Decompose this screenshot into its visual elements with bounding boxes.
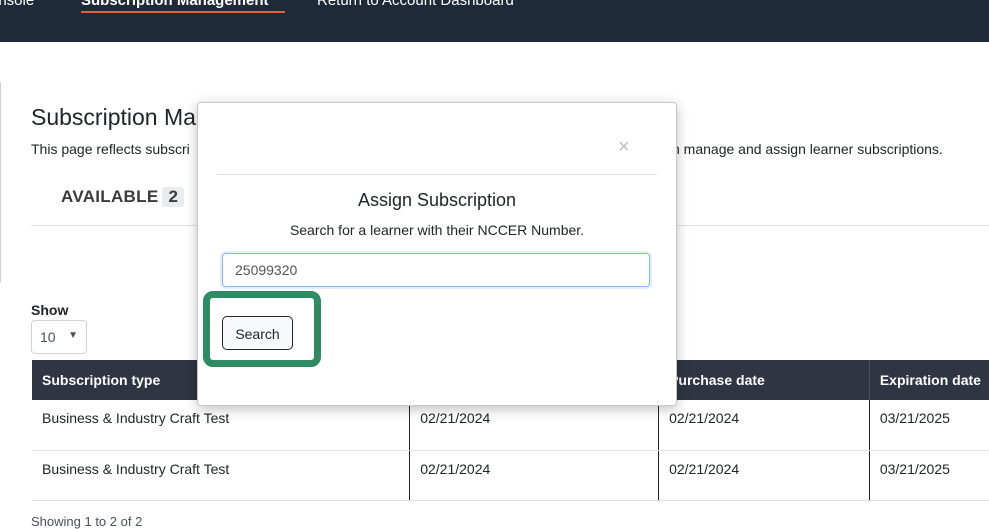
modal-title: Assign Subscription (357, 190, 517, 210)
modal-divider (217, 174, 657, 175)
close-icon[interactable]: × (618, 137, 630, 157)
search-button[interactable]: Search (222, 316, 293, 350)
modal-subtitle: Search for a learner with their NCCER Nu… (289, 222, 585, 238)
nccer-number-input[interactable] (222, 253, 650, 287)
modal-overlay: × Assign Subscription Search for a learn… (0, 0, 989, 522)
